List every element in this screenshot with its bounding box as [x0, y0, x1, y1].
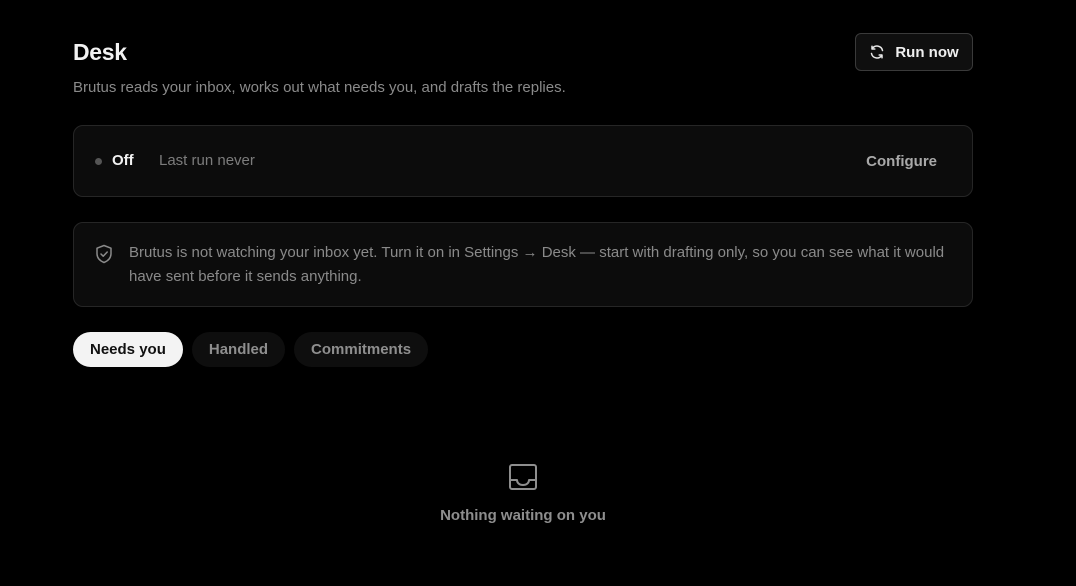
status-indicator-dot — [95, 158, 102, 165]
empty-state-text: Nothing waiting on you — [440, 507, 606, 524]
last-run-text: Last run never — [159, 152, 255, 169]
empty-state: Nothing waiting on you — [73, 462, 973, 524]
notice-card: Brutus is not watching your inbox yet. T… — [73, 222, 973, 307]
page-title: Desk — [73, 39, 127, 65]
notice-text: Brutus is not watching your inbox yet. T… — [129, 244, 945, 285]
tab-needs-you[interactable]: Needs you — [73, 332, 183, 367]
tab-bar: Needs you Handled Commitments — [73, 332, 429, 367]
refresh-icon — [869, 44, 885, 60]
run-now-button[interactable]: Run now — [855, 33, 973, 71]
tab-handled[interactable]: Handled — [191, 332, 286, 367]
desk-page: Desk Brutus reads your inbox, works out … — [0, 0, 1076, 586]
inbox-icon — [508, 462, 538, 497]
status-card: Off Last run never Configure — [73, 125, 973, 197]
page-subtitle: Brutus reads your inbox, works out what … — [73, 79, 566, 96]
status-label: Off — [112, 152, 134, 169]
page-header: Desk Brutus reads your inbox, works out … — [73, 33, 973, 106]
tab-commitments[interactable]: Commitments — [294, 332, 429, 367]
configure-button[interactable]: Configure — [866, 153, 937, 170]
shield-check-icon — [95, 244, 113, 269]
run-now-label: Run now — [895, 43, 959, 61]
